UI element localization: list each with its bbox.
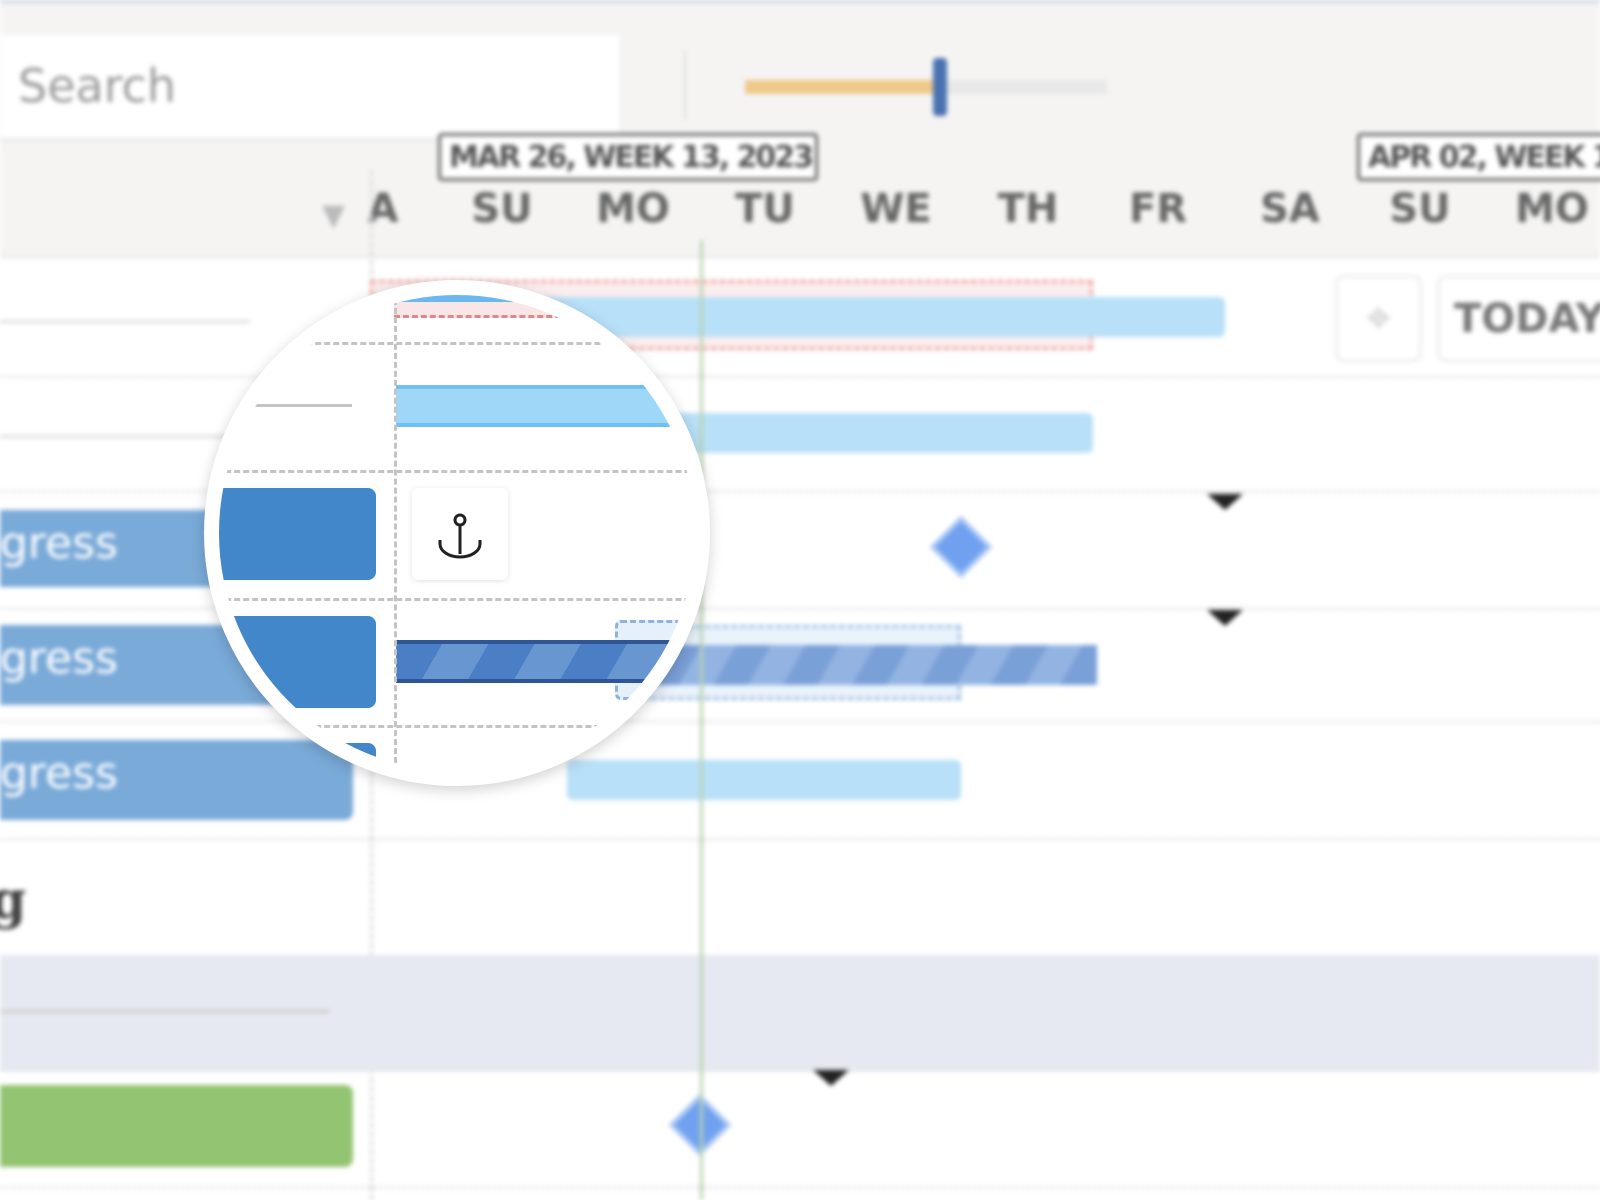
row-separator <box>219 470 695 473</box>
selected-row[interactable] <box>0 955 1600 1072</box>
day-label: TU <box>735 186 795 232</box>
baseline-box <box>394 302 695 318</box>
column-divider <box>394 295 397 771</box>
day-label: SU <box>471 186 533 232</box>
anchor-icon <box>438 513 482 559</box>
crosshair-icon[interactable]: ⌖ <box>1335 275 1422 362</box>
status-label: gress <box>0 748 118 799</box>
marker-icon <box>1207 494 1243 510</box>
group-label: g <box>0 870 27 931</box>
day-label: WE <box>860 186 932 232</box>
task-bar <box>396 385 695 427</box>
placeholder-line <box>0 1010 330 1013</box>
day-label: SA <box>1260 186 1320 232</box>
done-pill <box>0 1085 353 1167</box>
day-label: TH <box>997 186 1059 232</box>
status-pill <box>219 488 376 580</box>
row-separator <box>0 838 1600 841</box>
day-label: FR <box>1128 186 1188 232</box>
row-separator <box>0 1186 1600 1189</box>
zoom-slider[interactable] <box>745 58 1107 116</box>
today-line <box>700 240 703 1200</box>
placeholder-line <box>250 404 352 407</box>
status-pill <box>219 616 376 708</box>
week-label: APR 02, WEEK 1 <box>1357 133 1600 181</box>
zoom-slider-handle[interactable] <box>933 58 947 116</box>
placeholder-line <box>0 435 250 438</box>
anchor-button[interactable] <box>412 488 508 580</box>
day-label: MO <box>596 186 670 232</box>
status-label: gress <box>0 518 118 569</box>
day-label: MO <box>1515 186 1589 232</box>
task-bar-in-progress <box>396 640 695 683</box>
row-separator <box>219 342 695 345</box>
status-label: gress <box>0 633 118 684</box>
today-button[interactable]: TODAY <box>1437 275 1600 362</box>
row-separator <box>219 725 695 728</box>
toolbar-divider <box>684 50 686 120</box>
placeholder-line <box>0 320 250 323</box>
week-label: MAR 26, WEEK 13, 2023 <box>438 133 818 181</box>
magnifier <box>204 280 710 786</box>
day-label: A <box>367 186 399 232</box>
marker-icon <box>1207 610 1243 626</box>
zoom-slider-fill <box>745 80 940 94</box>
row-separator <box>219 598 695 601</box>
milestone[interactable] <box>929 515 993 579</box>
search-input[interactable]: Search <box>0 35 620 138</box>
day-label: SU <box>1389 186 1451 232</box>
marker-icon <box>813 1070 849 1086</box>
